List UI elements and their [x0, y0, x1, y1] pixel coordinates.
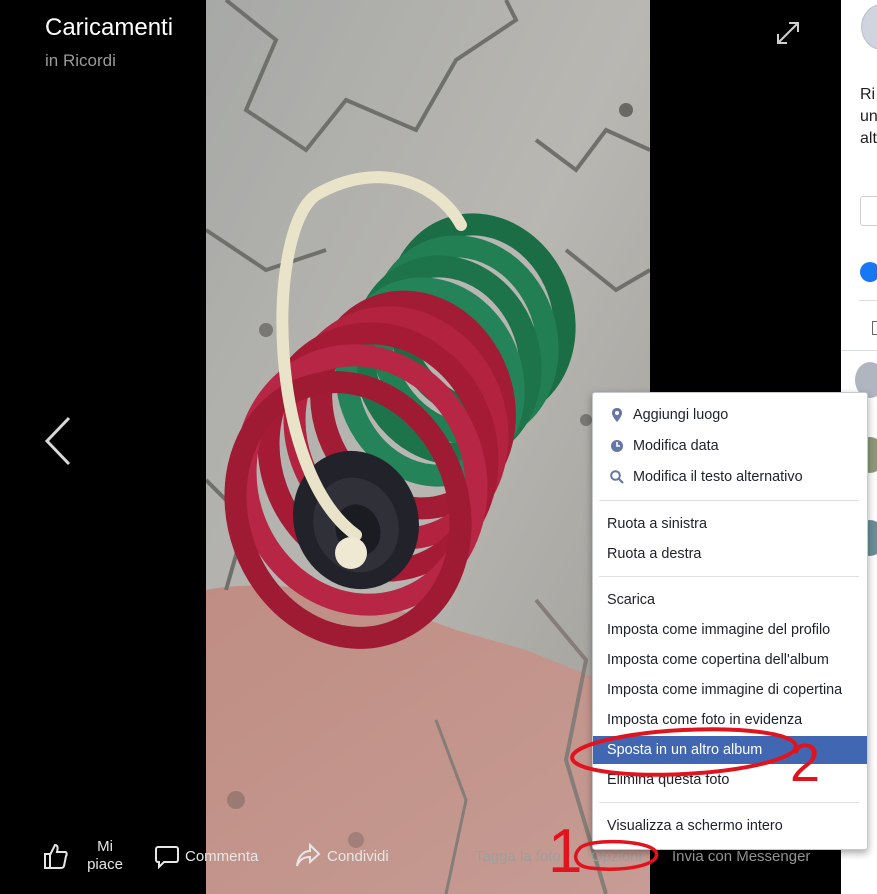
menu-item-set-album-cover[interactable]: Imposta come copertina dell'album — [593, 646, 867, 674]
share-label: Condividi — [327, 848, 389, 865]
album-name-link[interactable]: in Ricordi — [45, 51, 116, 71]
menu-item-set-cover-photo[interactable]: Imposta come immagine di copertina — [593, 676, 867, 704]
share-button[interactable]: Condividi — [295, 842, 415, 872]
like-button[interactable]: Mi piace — [43, 834, 143, 884]
options-menu: Aggiungi luogo Modifica data Modifica il… — [592, 392, 868, 850]
menu-divider — [599, 500, 859, 501]
album-title: Caricamenti — [45, 14, 174, 41]
menu-item-move-to-album[interactable]: Sposta in un altro album — [593, 736, 867, 764]
clock-icon — [611, 440, 623, 452]
search-icon — [610, 470, 624, 484]
divider — [859, 300, 877, 301]
comment-icon — [155, 846, 179, 870]
like-label: Mi piace — [87, 838, 123, 873]
menu-item-download[interactable]: Scarica — [593, 586, 867, 614]
comment-button[interactable]: Commenta — [155, 844, 275, 874]
map-pin-icon — [612, 408, 622, 422]
edit-button[interactable] — [860, 196, 877, 226]
expand-icon[interactable] — [775, 20, 801, 46]
menu-item-add-location[interactable]: Aggiungi luogo — [593, 401, 867, 429]
share-icon — [296, 842, 321, 867]
menu-item-delete-photo[interactable]: Elimina questa foto — [593, 766, 867, 794]
menu-item-edit-alt-text[interactable]: Modifica il testo alternativo — [593, 463, 867, 491]
tag-photo-button[interactable]: Tagga la foto — [475, 848, 561, 865]
menu-item-set-featured-photo[interactable]: Imposta come foto in evidenza — [593, 706, 867, 734]
like-reaction-icon[interactable] — [860, 262, 877, 282]
comment-icon[interactable] — [872, 321, 877, 335]
send-messenger-button[interactable]: Invia con Messenger — [672, 848, 810, 865]
divider — [841, 350, 877, 351]
options-button[interactable]: Opzioni — [591, 848, 642, 865]
post-text: Ri un alt — [860, 86, 877, 147]
photo — [206, 0, 650, 894]
menu-divider — [599, 802, 859, 803]
comment-label: Commenta — [185, 848, 259, 865]
menu-item-rotate-right[interactable]: Ruota a destra — [593, 540, 867, 568]
chevron-left-icon[interactable] — [41, 414, 75, 468]
thumbs-up-icon — [44, 843, 68, 869]
menu-item-fullscreen[interactable]: Visualizza a schermo intero — [593, 812, 867, 840]
menu-item-rotate-left[interactable]: Ruota a sinistra — [593, 510, 867, 538]
menu-divider — [599, 576, 859, 577]
menu-item-set-profile-picture[interactable]: Imposta come immagine del profilo — [593, 616, 867, 644]
avatar[interactable] — [861, 4, 877, 50]
menu-item-edit-date[interactable]: Modifica data — [593, 432, 867, 460]
